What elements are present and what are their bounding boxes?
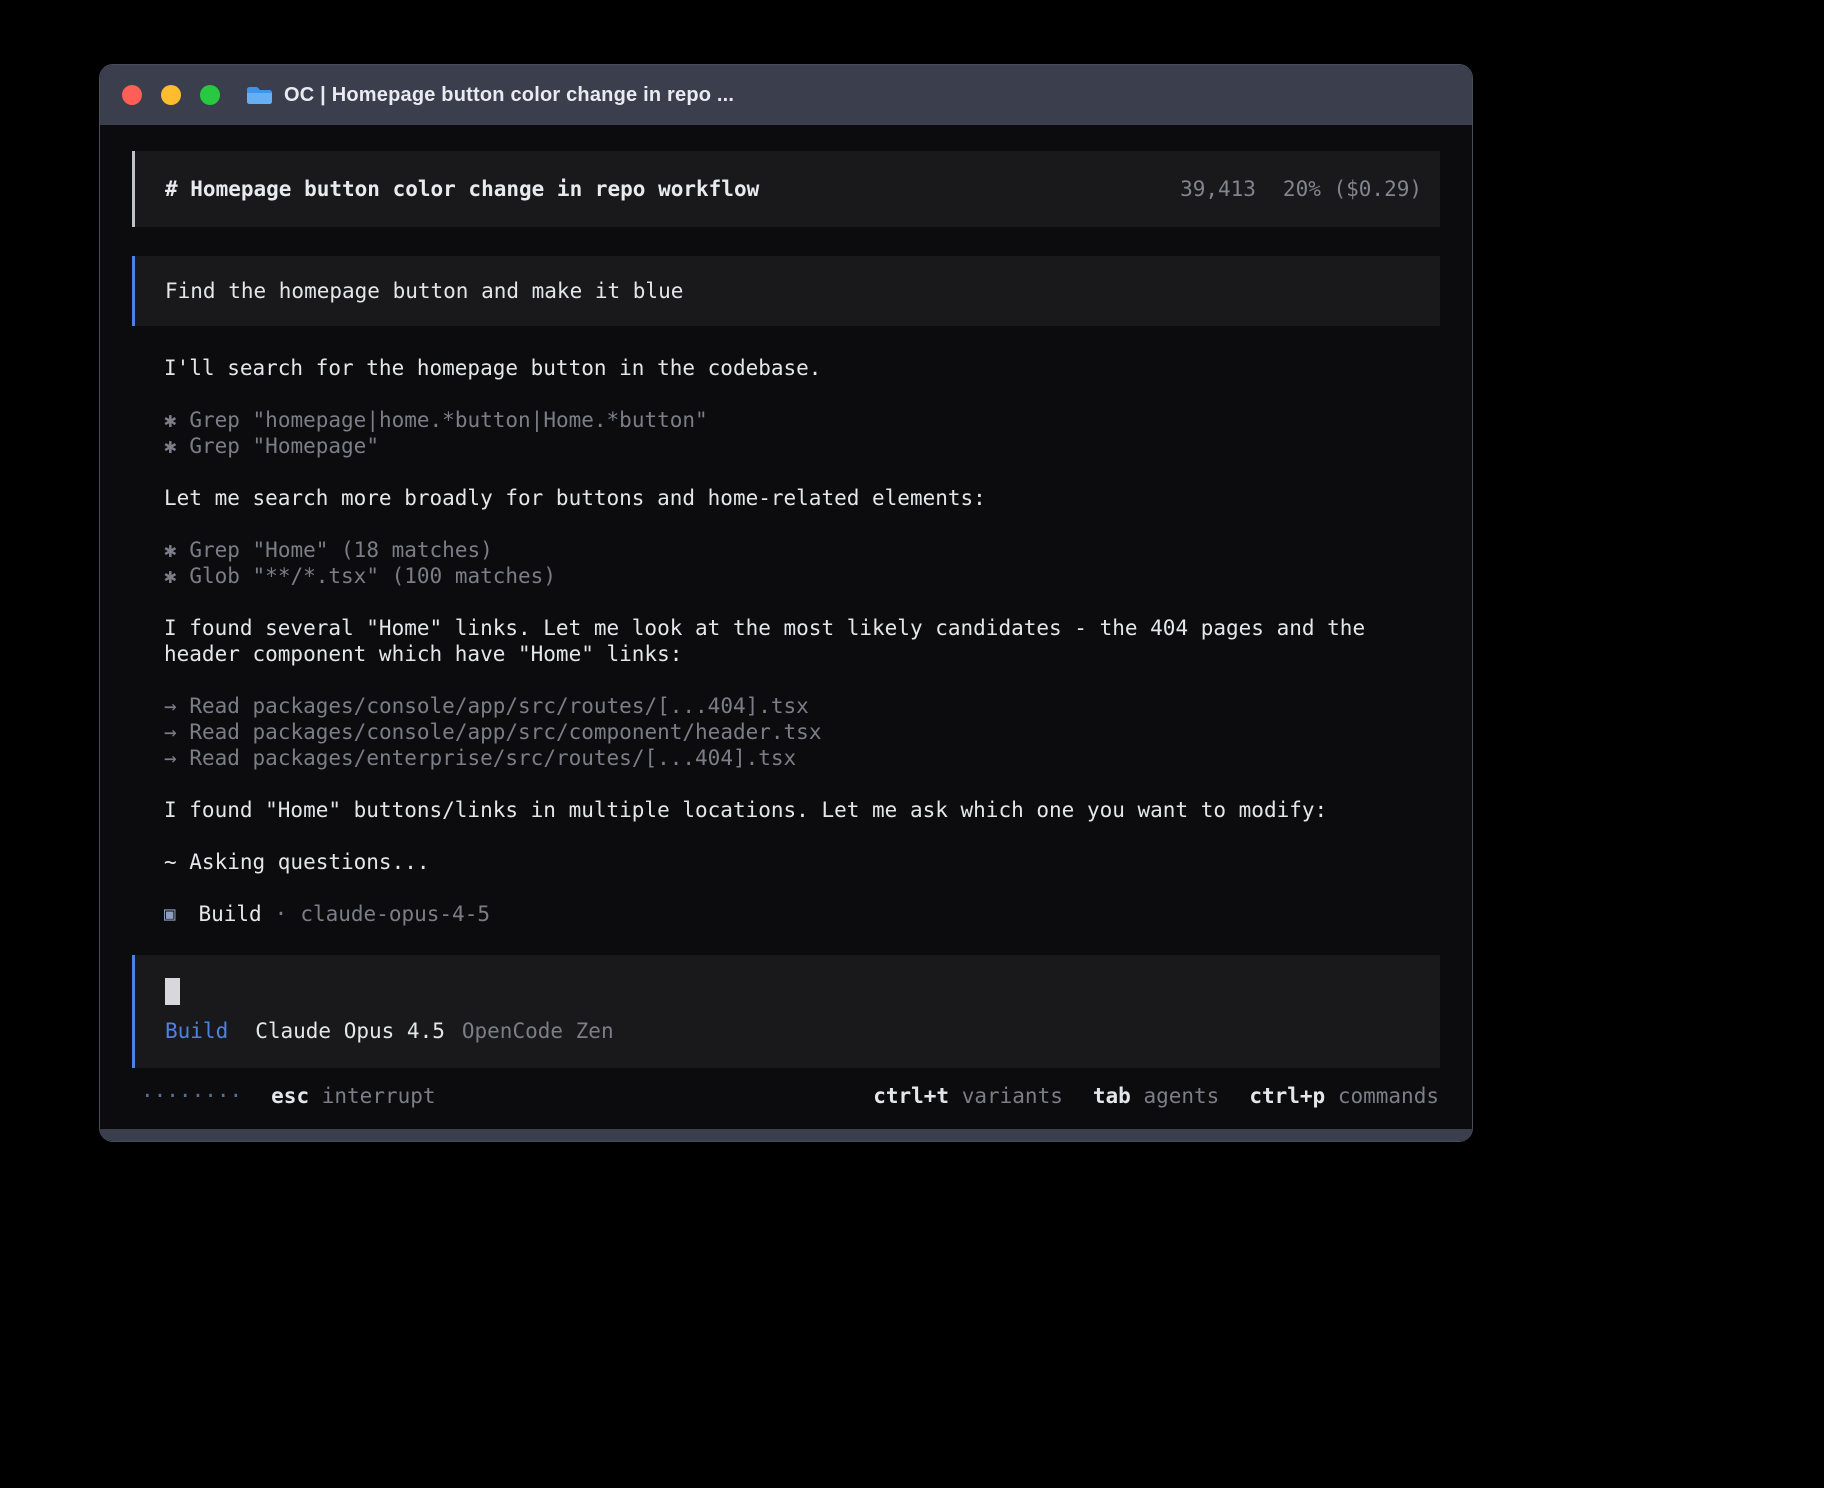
user-message: Find the homepage button and make it blu… — [132, 256, 1440, 326]
zoom-button[interactable] — [200, 85, 220, 105]
tool-call-block: ✱ Grep "homepage|home.*button|Home.*butt… — [164, 407, 1440, 459]
window-title-group: OC | Homepage button color change in rep… — [246, 84, 734, 107]
terminal-window: OC | Homepage button color change in rep… — [99, 64, 1473, 1142]
status-bar-right: ctrl+t variants tab agents ctrl+p comman… — [873, 1083, 1439, 1109]
assistant-text-block: I'll search for the homepage button in t… — [164, 355, 1440, 381]
assistant-text-block: I found several "Home" links. Let me loo… — [164, 615, 1440, 667]
assistant-text: I found several "Home" links. Let me loo… — [164, 615, 1440, 667]
tool-asterisk-icon: ✱ — [164, 564, 177, 588]
session-title: # Homepage button color change in repo w… — [165, 175, 759, 203]
agents-hint: tab agents — [1093, 1083, 1219, 1109]
tool-call-text: Read packages/enterprise/src/routes/[...… — [189, 746, 796, 770]
assistant-text: I'll search for the homepage button in t… — [164, 355, 1440, 381]
interrupt-hint: esc interrupt — [271, 1083, 435, 1109]
input-agent-label: Build — [165, 1019, 228, 1043]
assistant-text-block: I found "Home" buttons/links in multiple… — [164, 797, 1440, 823]
ctrl-t-key: ctrl+t — [873, 1084, 949, 1108]
prompt-input[interactable]: Build Claude Opus 4.5 OpenCode Zen — [132, 955, 1440, 1068]
status-bar: ········ esc interrupt ctrl+t variants t… — [132, 1083, 1440, 1109]
tool-call-block: ✱ Grep "Home" (18 matches) ✱ Glob "**/*.… — [164, 537, 1440, 589]
tool-call-text: Grep "Home" (18 matches) — [189, 538, 492, 562]
input-model-label: Claude Opus 4.5 — [255, 1019, 445, 1043]
tool-asterisk-icon: ✱ — [164, 408, 177, 432]
tool-call-text: Read packages/console/app/src/routes/[..… — [189, 694, 809, 718]
tool-asterisk-icon: ✱ — [164, 538, 177, 562]
assistant-text-block: Let me search more broadly for buttons a… — [164, 485, 1440, 511]
text-cursor — [165, 978, 180, 1005]
tool-call-text: Glob "**/*.tsx" (100 matches) — [189, 564, 556, 588]
window-bottom-edge — [100, 1129, 1472, 1141]
agent-status: ▣ Build · claude-opus-4-5 — [164, 901, 1440, 927]
arrow-right-icon: → — [164, 694, 177, 718]
folder-icon — [246, 85, 273, 106]
tool-call-text: Read packages/console/app/src/component/… — [189, 720, 821, 744]
assistant-text: I found "Home" buttons/links in multiple… — [164, 797, 1440, 823]
build-mode-icon: ▣ — [164, 901, 175, 927]
commands-hint: ctrl+p commands — [1249, 1083, 1439, 1109]
context-usage: 20% ($0.29) — [1283, 177, 1422, 201]
tool-call: ✱ Grep "Homepage" — [164, 433, 1440, 459]
input-meta: Build Claude Opus 4.5 OpenCode Zen — [165, 1018, 1410, 1044]
arrow-right-icon: → — [164, 746, 177, 770]
ctrl-p-key: ctrl+p — [1249, 1084, 1325, 1108]
token-count: 39,413 — [1180, 177, 1256, 201]
agent-model: claude-opus-4-5 — [300, 901, 490, 927]
tool-call: ✱ Glob "**/*.tsx" (100 matches) — [164, 563, 1440, 589]
separator-dot: · — [275, 901, 288, 927]
assistant-text-block: ~ Asking questions... — [164, 849, 1440, 875]
tool-call: ✱ Grep "Home" (18 matches) — [164, 537, 1440, 563]
tool-call: ✱ Grep "homepage|home.*button|Home.*butt… — [164, 407, 1440, 433]
tool-call-block: → Read packages/console/app/src/routes/[… — [164, 693, 1440, 771]
input-provider-label: OpenCode Zen — [462, 1019, 614, 1043]
minimize-button[interactable] — [161, 85, 181, 105]
spinner-dots: ········ — [141, 1083, 242, 1109]
arrow-right-icon: → — [164, 720, 177, 744]
close-button[interactable] — [122, 85, 142, 105]
agent-name: Build — [198, 901, 261, 927]
esc-key: esc — [271, 1084, 309, 1108]
transcript: I'll search for the homepage button in t… — [132, 355, 1440, 927]
session-header: # Homepage button color change in repo w… — [132, 151, 1440, 227]
agents-label: agents — [1143, 1084, 1219, 1108]
asking-questions-status: ~ Asking questions... — [164, 849, 1440, 875]
tool-call-read: → Read packages/enterprise/src/routes/[.… — [164, 745, 1440, 771]
commands-label: commands — [1338, 1084, 1439, 1108]
tool-call-text: Grep "Homepage" — [189, 434, 379, 458]
variants-hint: ctrl+t variants — [873, 1083, 1063, 1109]
tool-call-read: → Read packages/console/app/src/componen… — [164, 719, 1440, 745]
tab-key: tab — [1093, 1084, 1131, 1108]
terminal-content: # Homepage button color change in repo w… — [100, 125, 1472, 1129]
tool-asterisk-icon: ✱ — [164, 434, 177, 458]
user-message-text: Find the homepage button and make it blu… — [165, 279, 683, 303]
window-title: OC | Homepage button color change in rep… — [284, 84, 734, 107]
session-stats: 39,413 20% ($0.29) — [1180, 175, 1422, 203]
window-titlebar[interactable]: OC | Homepage button color change in rep… — [100, 65, 1472, 125]
status-bar-left: ········ esc interrupt — [133, 1083, 436, 1109]
assistant-text: Let me search more broadly for buttons a… — [164, 485, 1440, 511]
tool-call-text: Grep "homepage|home.*button|Home.*button… — [189, 408, 707, 432]
variants-label: variants — [962, 1084, 1063, 1108]
tool-call-read: → Read packages/console/app/src/routes/[… — [164, 693, 1440, 719]
traffic-lights — [122, 85, 220, 105]
esc-label: interrupt — [322, 1084, 436, 1108]
